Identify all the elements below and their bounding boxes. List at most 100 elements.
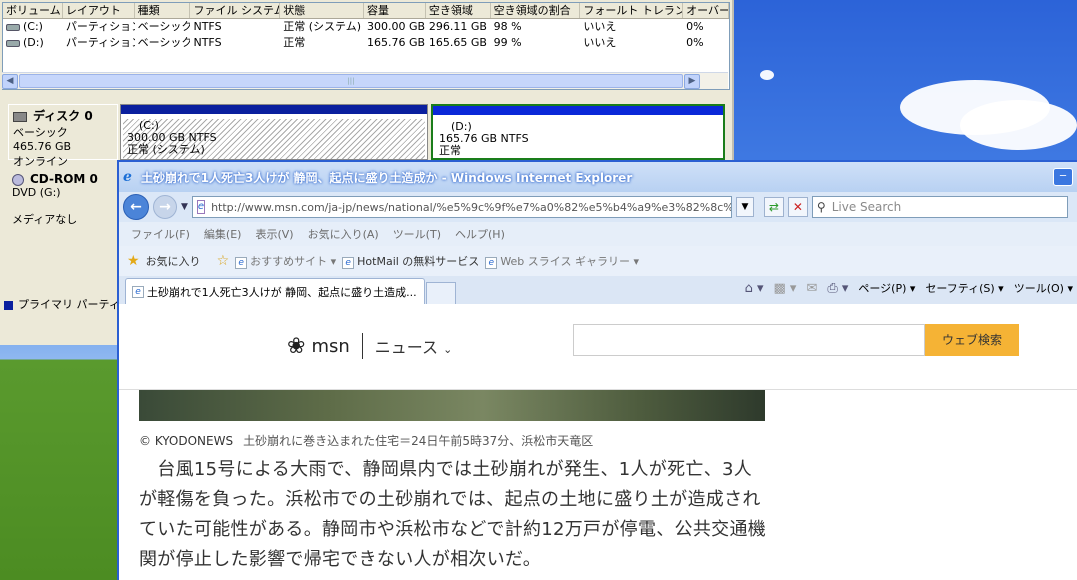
- column-header[interactable]: 種類: [135, 3, 191, 18]
- table-cell: 正常 (システム): [283, 20, 361, 33]
- safety-menu[interactable]: セーフティ(S) ▾: [925, 280, 1003, 296]
- menu-file[interactable]: ファイル(F): [131, 226, 190, 242]
- volume-name: (C:): [23, 20, 43, 33]
- favorites-star-icon: ★: [127, 253, 140, 269]
- fav-link-hotmail[interactable]: e HotMail の無料サービス: [342, 253, 479, 269]
- column-header[interactable]: ファイル システム: [190, 3, 281, 18]
- menu-view[interactable]: 表示(V): [255, 226, 293, 242]
- column-header[interactable]: 空き領域: [426, 3, 491, 18]
- menu-edit[interactable]: 編集(E): [204, 226, 242, 242]
- partition-bar: [433, 106, 723, 115]
- cdrom-media: メディアなし: [12, 213, 78, 226]
- table-cell: 0%: [686, 20, 704, 33]
- window-title: 土砂崩れで1人死亡3人けが 静岡、起点に盛り土造成か - Windows Int…: [141, 170, 633, 185]
- header-divider: [361, 333, 363, 359]
- history-dropdown-icon[interactable]: ▼: [181, 202, 188, 212]
- drive-icon: [6, 23, 20, 31]
- disk-icon: [13, 111, 27, 122]
- legend-swatch: [4, 300, 13, 310]
- cdrom-icon: [12, 173, 24, 186]
- page-icon: e: [235, 257, 248, 269]
- table-cell: ベーシック: [137, 20, 191, 33]
- fav-link-label: おすすめサイト: [250, 255, 328, 268]
- column-header[interactable]: オーバー: [683, 3, 729, 18]
- menu-favorites[interactable]: お気に入り(A): [308, 226, 379, 242]
- scroll-right-icon[interactable]: ▶: [684, 73, 700, 89]
- search-input[interactable]: ⚲ Live Search: [811, 196, 1068, 218]
- table-cell: 0%: [686, 36, 704, 49]
- table-cell: いいえ: [583, 20, 617, 33]
- table-cell: NTFS: [193, 36, 222, 49]
- table-cell: 300.00 GB: [367, 20, 426, 33]
- back-button[interactable]: ←: [123, 194, 149, 220]
- horizontal-scrollbar[interactable]: ◀ ||| ▶: [2, 72, 728, 89]
- page-menu[interactable]: ページ(P) ▾: [858, 280, 915, 296]
- search-icon: ⚲: [816, 200, 826, 214]
- partition-d[interactable]: (D:) 165.76 GB NTFS 正常: [431, 104, 725, 160]
- column-header[interactable]: 状態: [280, 3, 364, 18]
- section-label: ニュース: [374, 338, 438, 357]
- msn-logo-text: msn: [311, 335, 350, 357]
- disk0-label[interactable]: ディスク 0 ベーシック 465.76 GB オンライン: [8, 104, 118, 168]
- news-section-dropdown[interactable]: ニュース ⌄: [375, 334, 453, 358]
- partition-d-status: 正常: [439, 144, 461, 157]
- partition-c[interactable]: (C:) 300.00 GB NTFS 正常 (システム): [120, 104, 428, 160]
- refresh-icon[interactable]: ⇄: [763, 197, 784, 217]
- msn-logo[interactable]: ❀ msn ニュース ⌄: [287, 333, 452, 359]
- tab-row: e 土砂崩れで1人死亡3人けが 静岡、起点に盛り土造成... ⌂ ▾ ▩ ▾ ✉…: [119, 276, 1077, 304]
- page-icon: e: [485, 257, 498, 269]
- forward-button[interactable]: →: [153, 195, 177, 219]
- address-bar[interactable]: e http://www.msn.com/ja-jp/news/national…: [191, 196, 732, 218]
- print-icon[interactable]: ⎙ ▾: [827, 281, 848, 296]
- table-row[interactable]: (C:) パーティション ベーシック NTFS 正常 (システム) 300.00…: [3, 19, 729, 35]
- volume-name: (D:): [23, 36, 44, 49]
- web-search-input[interactable]: [573, 324, 925, 356]
- chevron-down-icon: ⌄: [443, 343, 453, 356]
- menu-bar: ファイル(F) 編集(E) 表示(V) お気に入り(A) ツール(T) ヘルプ(…: [119, 222, 1077, 246]
- column-header[interactable]: フォールト トレランス: [580, 3, 684, 18]
- cdrom-label[interactable]: CD-ROM 0 DVD (G:) メディアなし: [8, 170, 118, 230]
- drive-icon: [6, 39, 20, 47]
- fav-link-suggested[interactable]: e おすすめサイト ▾: [235, 253, 336, 269]
- msn-butterfly-icon: ❀: [287, 333, 306, 359]
- tools-menu[interactable]: ツール(O) ▾: [1014, 280, 1073, 296]
- disk0-size: 465.76 GB: [13, 140, 72, 153]
- favorites-button[interactable]: お気に入り: [146, 253, 201, 269]
- fav-link-webslice[interactable]: e Web スライス ギャラリー ▾: [485, 253, 639, 269]
- menu-tools[interactable]: ツール(T): [393, 226, 441, 242]
- disk0-title: ディスク 0: [33, 109, 93, 123]
- partition-c-status: 正常 (システム): [127, 143, 205, 156]
- minimize-button[interactable]: ─: [1053, 168, 1073, 186]
- stop-icon[interactable]: ✕: [787, 197, 808, 217]
- column-header[interactable]: 空き領域の割合: [491, 3, 581, 18]
- title-bar[interactable]: e 土砂崩れで1人死亡3人けが 静岡、起点に盛り土造成か - Windows I…: [119, 162, 1077, 192]
- scrollbar-thumb[interactable]: |||: [19, 74, 683, 88]
- cdrom-title: CD-ROM 0: [30, 172, 98, 186]
- table-row[interactable]: (D:) パーティション ベーシック NTFS 正常 165.76 GB 165…: [3, 35, 729, 51]
- url-text: http://www.msn.com/ja-jp/news/national/%…: [211, 200, 732, 214]
- home-icon[interactable]: ⌂ ▾: [745, 281, 764, 296]
- wallpaper-cloud: [760, 70, 774, 80]
- address-dropdown-icon[interactable]: ▼: [735, 197, 754, 217]
- ie-logo-icon: e: [123, 169, 132, 185]
- mail-icon[interactable]: ✉: [806, 281, 817, 296]
- address-row: ← → ▼ e http://www.msn.com/ja-jp/news/na…: [119, 192, 1077, 222]
- new-tab-button[interactable]: [426, 282, 456, 304]
- table-cell: パーティション: [65, 36, 135, 49]
- partition-d-size: 165.76 GB NTFS: [439, 132, 529, 145]
- scroll-left-icon[interactable]: ◀: [2, 73, 18, 89]
- ie-window: e 土砂崩れで1人死亡3人けが 静岡、起点に盛り土造成か - Windows I…: [117, 160, 1077, 580]
- menu-help[interactable]: ヘルプ(H): [455, 226, 505, 242]
- tools-menu-label: ツール(O): [1013, 282, 1064, 295]
- add-favorites-icon[interactable]: ☆: [217, 253, 230, 269]
- fav-link-label: HotMail の無料サービス: [357, 255, 480, 268]
- tab-active[interactable]: e 土砂崩れで1人死亡3人けが 静岡、起点に盛り土造成...: [125, 278, 425, 304]
- web-search-button[interactable]: ウェブ検索: [925, 324, 1019, 356]
- partition-bar: [121, 105, 427, 114]
- disk0-status: オンライン: [13, 155, 68, 168]
- feeds-icon[interactable]: ▩ ▾: [773, 281, 796, 296]
- table-cell: NTFS: [193, 20, 222, 33]
- column-header[interactable]: 容量: [364, 3, 426, 18]
- column-header[interactable]: ボリューム: [3, 3, 63, 18]
- column-header[interactable]: レイアウト: [63, 3, 135, 18]
